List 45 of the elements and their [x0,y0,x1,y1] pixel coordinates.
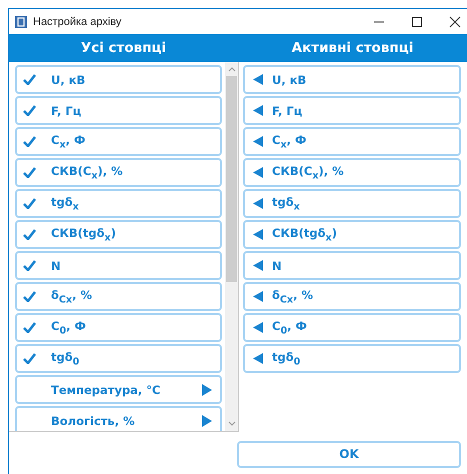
column-heading: Активні стовпці [290,40,414,56]
active-column-item[interactable]: δ$_{Cx}$, % [243,282,461,311]
scroll-up-icon[interactable] [228,66,236,72]
maximize-icon[interactable] [411,16,423,28]
column-item[interactable]: N [15,251,222,280]
column-item[interactable]: СКВ(C$_{x}$), % [15,158,222,187]
active-column-item[interactable]: tgδ$_{0}$ [243,344,461,373]
left-arrow-icon [253,291,263,302]
ok-button[interactable]: OK [237,440,461,468]
column-item[interactable]: tgδ$_{x}$ [15,189,222,218]
left-arrow-icon [253,198,263,209]
right-arrow-icon [202,414,212,426]
active-column-item[interactable]: U, кВ [243,65,461,94]
column-item[interactable]: C$_{0}$, Ф [15,313,222,342]
scroll-down-icon[interactable] [228,421,236,427]
left-arrow-icon [253,74,263,85]
left-arrow-icon [253,353,263,364]
left-arrow-icon [253,322,263,333]
column-item[interactable]: U, кВ [15,65,222,94]
right-arrow-icon [202,384,212,396]
active-column-item[interactable]: СКВ(tgδ$_{x}$) [243,220,461,249]
window-title: Настройка архіву [33,16,122,28]
left-arrow-icon [253,167,263,178]
column-item[interactable]: F, Гц [15,96,222,125]
column-item[interactable]: СКВ(tgδ$_{x}$) [15,220,222,249]
active-column-item[interactable]: F, Гц [243,96,461,125]
column-item[interactable]: Температура, °C [15,375,222,404]
active-column-item[interactable]: C$_{0}$, Ф [243,313,461,342]
active-column-item[interactable]: C$_{x}$, Ф [243,127,461,156]
column-heading: Усі стовпці [80,40,168,56]
column-item[interactable]: C$_{x}$, Ф [15,127,222,156]
left-arrow-icon [253,136,263,147]
close-icon[interactable] [449,16,461,28]
active-column-item[interactable]: tgδ$_{x}$ [243,189,461,218]
left-arrow-icon [253,229,263,240]
active-column-item[interactable]: СКВ(C$_{x}$), % [243,158,461,187]
scrollbar-thumb[interactable] [226,76,237,282]
left-arrow-icon [253,105,263,116]
active-column-item[interactable]: N [243,251,461,280]
column-item[interactable]: δ$_{Cx}$, % [15,282,222,311]
left-arrow-icon [253,260,263,271]
app-icon [15,16,27,28]
scrollbar[interactable] [225,62,238,431]
column-item[interactable]: Вологість, % [15,406,222,431]
column-item[interactable]: tgδ$_{0}$ [15,344,222,373]
